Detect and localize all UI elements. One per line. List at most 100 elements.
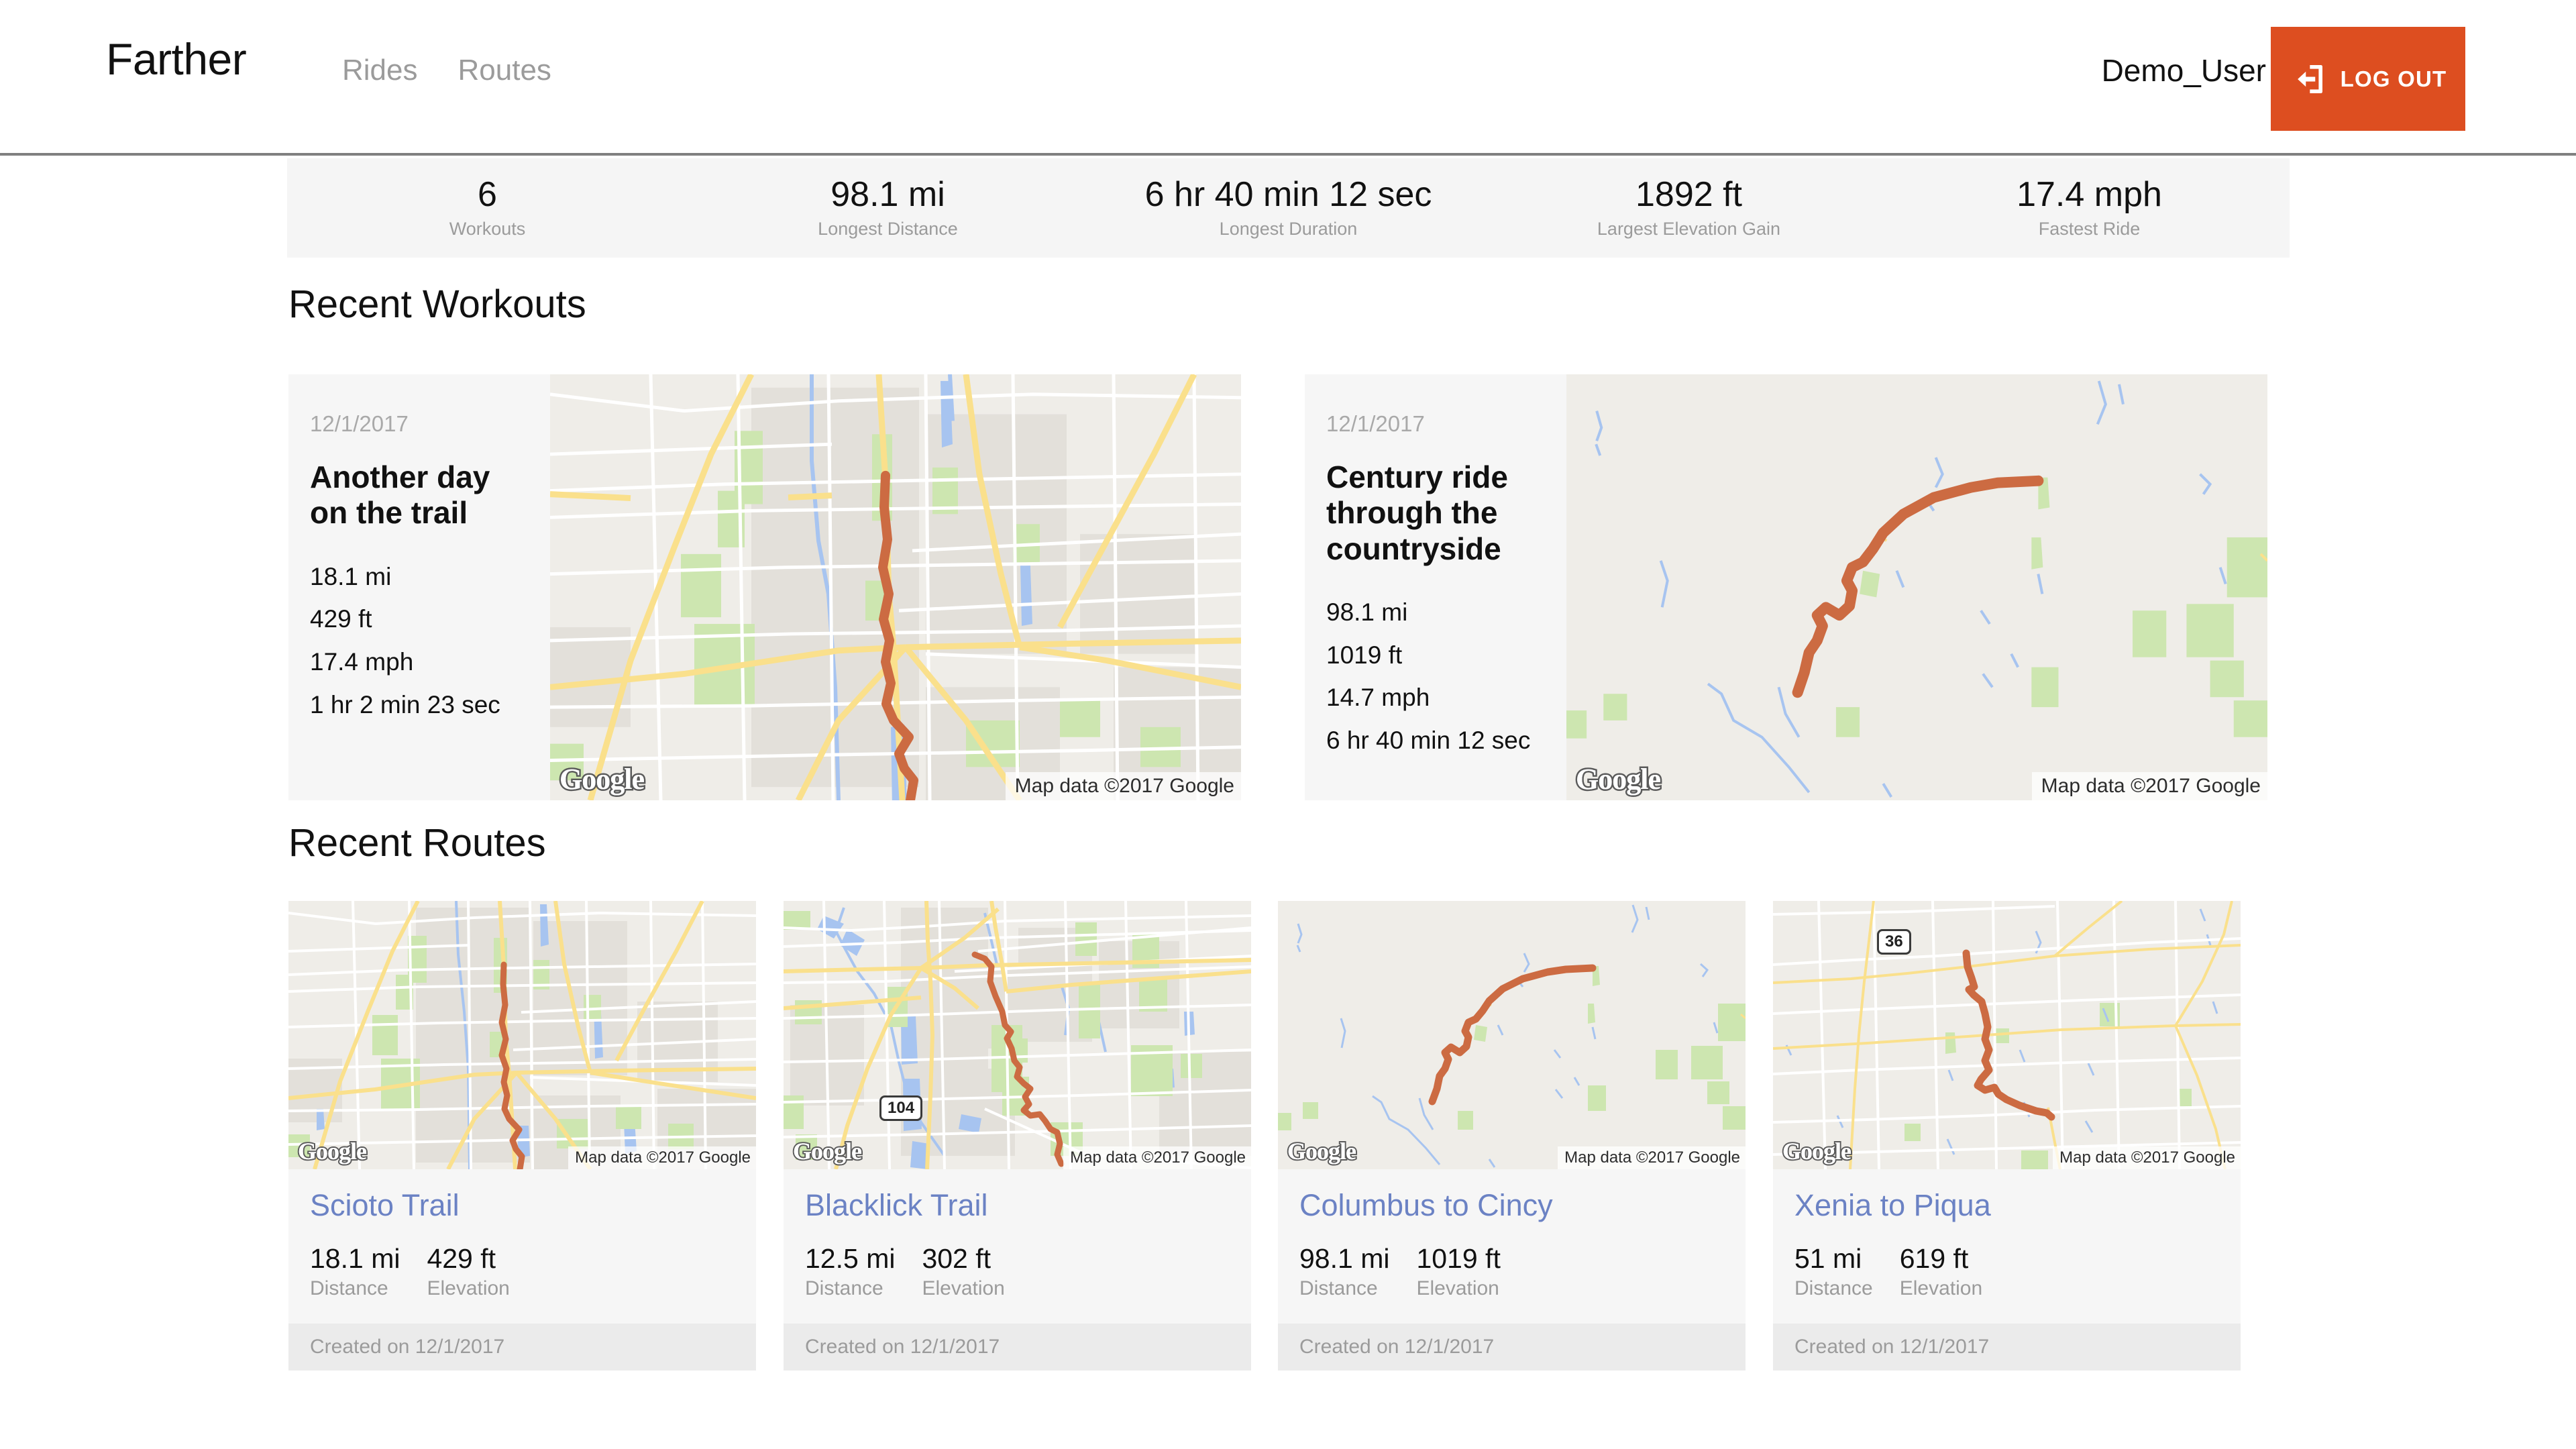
route-body: Xenia to Piqua 51 mi Distance 619 ft Ele…	[1773, 1169, 2241, 1324]
map-attribution: Map data ©2017 Google	[2053, 1146, 2241, 1169]
map-attribution: Map data ©2017 Google	[1063, 1146, 1251, 1169]
workout-date: 12/1/2017	[310, 411, 409, 436]
google-logo: Google	[1574, 761, 1663, 798]
app-brand: Farther	[106, 34, 247, 84]
route-footer: Created on 12/1/2017	[784, 1324, 1251, 1371]
route-map[interactable]: 104 Google Map data ©2017 Google	[784, 901, 1251, 1169]
route-elevation-label: Elevation	[1899, 1277, 1983, 1299]
main-nav: Rides Routes	[342, 54, 551, 87]
route-body: Scioto Trail 18.1 mi Distance 429 ft Ele…	[288, 1169, 756, 1324]
route-created-date: Created on 12/1/2017	[1299, 1336, 1495, 1358]
route-created-date: Created on 12/1/2017	[1794, 1336, 1990, 1358]
route-elevation: 1019 ft Elevation	[1416, 1243, 1500, 1300]
stat-value: 6	[478, 175, 497, 215]
route-title-link[interactable]: Blacklick Trail	[805, 1188, 1230, 1223]
route-footer: Created on 12/1/2017	[1773, 1324, 2241, 1371]
workout-duration: 1 hr 2 min 23 sec	[310, 690, 500, 718]
route-card[interactable]: 104 Google Map data ©2017 Google Blackli…	[784, 901, 1251, 1371]
section-title-workouts: Recent Workouts	[288, 282, 586, 326]
workout-distance: 18.1 mi	[310, 562, 392, 590]
workout-title: Century ride through the countryside	[1326, 460, 1508, 566]
workout-stats: 98.1 mi 1019 ft 14.7 mph 6 hr 40 min 12 …	[1326, 591, 1546, 762]
current-user-label: Demo_User	[2101, 53, 2266, 88]
stat-label: Longest Distance	[818, 218, 958, 239]
workout-title: Another day on the trail	[310, 460, 490, 531]
workout-speed: 17.4 mph	[310, 647, 414, 676]
route-card[interactable]: 36 Google Map data ©2017 Google Xenia to…	[1773, 901, 2241, 1371]
google-map-rural[interactable]: 36 Google Map data ©2017 Google	[1773, 901, 2241, 1169]
route-metrics: 18.1 mi Distance 429 ft Elevation	[310, 1243, 735, 1300]
google-map-city[interactable]: Google Map data ©2017 Google	[550, 374, 1241, 800]
route-metrics: 98.1 mi Distance 1019 ft Elevation	[1299, 1243, 1724, 1300]
logout-button[interactable]: LOG OUT	[2271, 27, 2465, 131]
google-map-city[interactable]: Google Map data ©2017 Google	[288, 901, 756, 1169]
workout-card[interactable]: 12/1/2017 Another day on the trail 18.1 …	[288, 374, 1241, 800]
route-map[interactable]: Google Map data ©2017 Google	[288, 901, 756, 1169]
stat-fastest-ride: 17.4 mph Fastest Ride	[1889, 176, 2290, 239]
workout-elevation: 1019 ft	[1326, 641, 1403, 669]
route-elevation-label: Elevation	[1416, 1277, 1499, 1299]
stat-value: 98.1 mi	[830, 175, 945, 215]
google-logo: Google	[1286, 1136, 1358, 1166]
route-card[interactable]: Google Map data ©2017 Google Columbus to…	[1278, 901, 1746, 1371]
google-logo: Google	[297, 1136, 368, 1166]
google-logo: Google	[1781, 1136, 1853, 1166]
route-footer: Created on 12/1/2017	[288, 1324, 756, 1371]
stat-longest-duration: 6 hr 40 min 12 sec Longest Duration	[1088, 176, 1489, 239]
nav-item-rides[interactable]: Rides	[342, 54, 418, 87]
route-elevation: 619 ft Elevation	[1900, 1243, 1982, 1300]
route-elevation-value: 1019 ft	[1416, 1243, 1501, 1274]
route-body: Columbus to Cincy 98.1 mi Distance 1019 …	[1278, 1169, 1746, 1324]
route-created-date: Created on 12/1/2017	[310, 1336, 505, 1358]
google-logo: Google	[792, 1136, 863, 1166]
route-card[interactable]: Google Map data ©2017 Google Scioto Trai…	[288, 901, 756, 1371]
google-map-rural[interactable]: Google Map data ©2017 Google	[1278, 901, 1746, 1169]
route-elevation-label: Elevation	[922, 1277, 1005, 1299]
route-elevation-label: Elevation	[427, 1277, 510, 1299]
route-title-link[interactable]: Scioto Trail	[310, 1188, 735, 1223]
route-distance: 18.1 mi Distance	[310, 1243, 400, 1300]
logout-button-label: LOG OUT	[2340, 66, 2447, 91]
workout-speed: 14.7 mph	[1326, 684, 1430, 712]
google-map-rural[interactable]: Google Map data ©2017 Google	[1566, 374, 2267, 800]
route-map[interactable]: Google Map data ©2017 Google	[1278, 901, 1746, 1169]
route-map[interactable]: 36 Google Map data ©2017 Google	[1773, 901, 2241, 1169]
stat-workouts: 6 Workouts	[287, 176, 688, 239]
route-title-link[interactable]: Xenia to Piqua	[1794, 1188, 2219, 1223]
route-title-link[interactable]: Columbus to Cincy	[1299, 1188, 1724, 1223]
route-distance-value: 18.1 mi	[310, 1243, 400, 1274]
route-footer: Created on 12/1/2017	[1278, 1324, 1746, 1371]
workout-card[interactable]: 12/1/2017 Century ride through the count…	[1305, 374, 2267, 800]
route-elevation-value: 302 ft	[922, 1243, 991, 1274]
route-distance-label: Distance	[1794, 1277, 1873, 1299]
workout-date: 12/1/2017	[1326, 411, 1425, 436]
route-distance-label: Distance	[805, 1277, 883, 1299]
workout-map[interactable]: Google Map data ©2017 Google	[1566, 374, 2267, 800]
map-attribution: Map data ©2017 Google	[1558, 1146, 1746, 1169]
map-attribution: Map data ©2017 Google	[2031, 772, 2267, 800]
nav-item-routes[interactable]: Routes	[458, 54, 551, 87]
logout-icon	[2290, 60, 2327, 98]
workout-stats: 18.1 mi 429 ft 17.4 mph 1 hr 2 min 23 se…	[310, 555, 530, 727]
google-logo: Google	[558, 761, 647, 798]
stat-label: Fastest Ride	[2038, 218, 2141, 239]
route-metrics: 12.5 mi Distance 302 ft Elevation	[805, 1243, 1230, 1300]
workout-elevation: 429 ft	[310, 605, 372, 633]
google-map-city[interactable]: 104 Google Map data ©2017 Google	[784, 901, 1251, 1169]
route-elevation-value: 619 ft	[1899, 1243, 1969, 1274]
stat-label: Longest Duration	[1219, 218, 1358, 239]
route-distance: 51 mi Distance	[1794, 1243, 1873, 1300]
workout-map[interactable]: Google Map data ©2017 Google	[550, 374, 1241, 800]
section-title-routes: Recent Routes	[288, 821, 546, 865]
workout-info: 12/1/2017 Century ride through the count…	[1305, 374, 1566, 800]
stat-value: 1892 ft	[1635, 175, 1743, 215]
route-distance-value: 51 mi	[1794, 1243, 1862, 1274]
stat-longest-distance: 98.1 mi Longest Distance	[688, 176, 1088, 239]
app-header: Farther Rides Routes Demo_User LOG OUT	[0, 0, 2576, 156]
route-distance: 12.5 mi Distance	[805, 1243, 895, 1300]
route-elevation: 429 ft Elevation	[427, 1243, 509, 1300]
map-attribution: Map data ©2017 Google	[568, 1146, 756, 1169]
route-elevation-value: 429 ft	[427, 1243, 496, 1274]
summary-stats-bar: 6 Workouts 98.1 mi Longest Distance 6 hr…	[287, 158, 2290, 258]
stat-value: 6 hr 40 min 12 sec	[1144, 175, 1432, 215]
